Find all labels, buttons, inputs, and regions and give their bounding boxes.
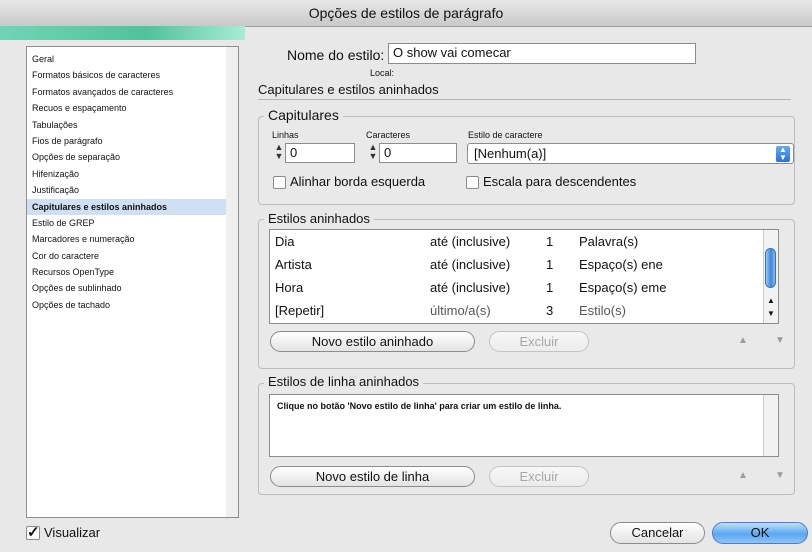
- drop-caps-title: Capitulares: [264, 107, 343, 123]
- row-count: 1: [546, 257, 554, 272]
- new-line-style-button[interactable]: Novo estilo de linha: [270, 466, 475, 487]
- lines-label: Linhas: [272, 130, 299, 140]
- nested-styles-scrollbar[interactable]: ▲ ▼: [763, 230, 778, 323]
- scale-descenders-label: Escala para descendentes: [483, 174, 637, 189]
- table-row[interactable]: Dia até (inclusive) 1 Palavra(s): [270, 230, 764, 253]
- style-name-input[interactable]: O show vai comecar: [388, 43, 696, 64]
- sidebar-item[interactable]: Formatos avançados de caracteres: [27, 84, 227, 100]
- row-unit: Estilo(s): [579, 303, 626, 318]
- row-unit: Espaço(s) eme: [579, 280, 667, 295]
- cancel-button[interactable]: Cancelar: [610, 522, 705, 544]
- style-name-label: Nome do estilo:: [287, 47, 385, 63]
- characters-input[interactable]: 0: [379, 143, 457, 163]
- sidebar-item[interactable]: Marcadores e numeração: [27, 231, 227, 247]
- scale-descenders-checkbox[interactable]: [466, 176, 479, 189]
- sidebar-item[interactable]: Fios de parágrafo: [27, 133, 227, 149]
- row-count: 1: [546, 234, 554, 249]
- row-unit: Palavra(s): [579, 234, 639, 249]
- section-divider: [258, 99, 791, 100]
- scroll-down-arrow-icon[interactable]: ▼: [767, 309, 775, 318]
- preview-label: Visualizar: [44, 525, 101, 540]
- table-row[interactable]: Artista até (inclusive) 1 Espaço(s) ene: [270, 253, 764, 276]
- table-row[interactable]: [Repetir] último/a(s) 3 Estilo(s): [270, 299, 764, 322]
- row-count: 3: [546, 303, 554, 318]
- move-down-icon[interactable]: ▼: [775, 335, 785, 346]
- sidebar-item[interactable]: Opções de sublinhado: [27, 280, 227, 296]
- row-unit: Espaço(s) ene: [579, 257, 663, 272]
- move-up-icon[interactable]: ▲: [738, 335, 748, 346]
- sidebar-item[interactable]: Estilo de GREP: [27, 215, 227, 231]
- select-arrows-icon: ▲ ▼: [776, 146, 790, 162]
- scroll-up-arrow-icon[interactable]: ▲: [767, 296, 775, 305]
- sidebar-item[interactable]: Recuos e espaçamento: [27, 100, 227, 116]
- characters-stepper[interactable]: ▲ ▼: [366, 143, 380, 163]
- nested-line-styles-title: Estilos de linha aninhados: [264, 374, 424, 389]
- scroll-thumb[interactable]: [765, 248, 776, 288]
- row-through: até (inclusive): [430, 257, 511, 272]
- nested-line-styles-hint: Clique no botão 'Novo estilo de linha' p…: [277, 401, 562, 411]
- row-count: 1: [546, 280, 554, 295]
- sidebar-item[interactable]: Justificação: [27, 182, 227, 198]
- row-style: Dia: [275, 234, 295, 249]
- nested-line-styles-scrollbar[interactable]: [763, 395, 778, 456]
- row-through: último/a(s): [430, 303, 491, 318]
- sidebar-item[interactable]: Recursos OpenType: [27, 264, 227, 280]
- local-label: Local:: [370, 68, 395, 78]
- sidebar-item[interactable]: Hifenização: [27, 166, 227, 182]
- lines-stepper[interactable]: ▲ ▼: [272, 143, 286, 163]
- window-title: Opções de estilos de parágrafo: [0, 0, 812, 27]
- characters-label: Caracteres: [366, 130, 411, 140]
- table-row[interactable]: Hora até (inclusive) 1 Espaço(s) eme: [270, 276, 764, 299]
- ok-button[interactable]: OK: [712, 522, 808, 544]
- char-style-value: [Nenhum(a)]: [474, 146, 547, 161]
- sidebar-item[interactable]: Geral: [27, 51, 227, 67]
- sidebar-item[interactable]: Cor do caractere: [27, 248, 227, 264]
- char-style-label: Estilo de caractere: [468, 130, 543, 140]
- sidebar-item[interactable]: Opções de separação: [27, 149, 227, 165]
- char-style-select[interactable]: [Nenhum(a)] ▲ ▼: [467, 143, 794, 164]
- sidebar-item[interactable]: Tabulações: [27, 117, 227, 133]
- category-list[interactable]: Geral Formatos básicos de caracteres Forma…: [26, 46, 228, 518]
- row-through: até (inclusive): [430, 280, 511, 295]
- sidebar-item[interactable]: Formatos básicos de caracteres: [27, 67, 227, 83]
- align-left-label: Alinhar borda esquerda: [290, 174, 426, 189]
- line-move-up-icon[interactable]: ▲: [738, 470, 748, 481]
- lines-input[interactable]: 0: [285, 143, 355, 163]
- row-style: Hora: [275, 280, 304, 295]
- row-style: Artista: [275, 257, 312, 272]
- align-left-checkbox[interactable]: [273, 176, 286, 189]
- checkmark-icon: ✓: [27, 524, 40, 541]
- preview-checkbox[interactable]: ✓: [26, 524, 40, 541]
- section-title: Capitulares e estilos aninhados: [258, 82, 439, 97]
- delete-nested-style-button[interactable]: Excluir: [489, 331, 589, 352]
- delete-line-style-button[interactable]: Excluir: [489, 466, 589, 487]
- category-list-scrollbar[interactable]: [226, 46, 239, 518]
- nested-styles-title: Estilos aninhados: [264, 211, 374, 226]
- line-move-down-icon[interactable]: ▼: [775, 470, 785, 481]
- nested-styles-table[interactable]: Dia até (inclusive) 1 Palavra(s) Artista até …: [269, 229, 779, 324]
- row-through: até (inclusive): [430, 234, 511, 249]
- background-accent: [0, 26, 245, 40]
- nested-line-styles-list[interactable]: Clique no botão 'Novo estilo de linha' p…: [269, 394, 779, 457]
- sidebar-item[interactable]: Opções de tachado: [27, 297, 227, 313]
- new-nested-style-button[interactable]: Novo estilo aninhado: [270, 331, 475, 352]
- sidebar-item[interactable]: Capitulares e estilos aninhados: [27, 198, 227, 215]
- row-style: [Repetir]: [275, 303, 325, 318]
